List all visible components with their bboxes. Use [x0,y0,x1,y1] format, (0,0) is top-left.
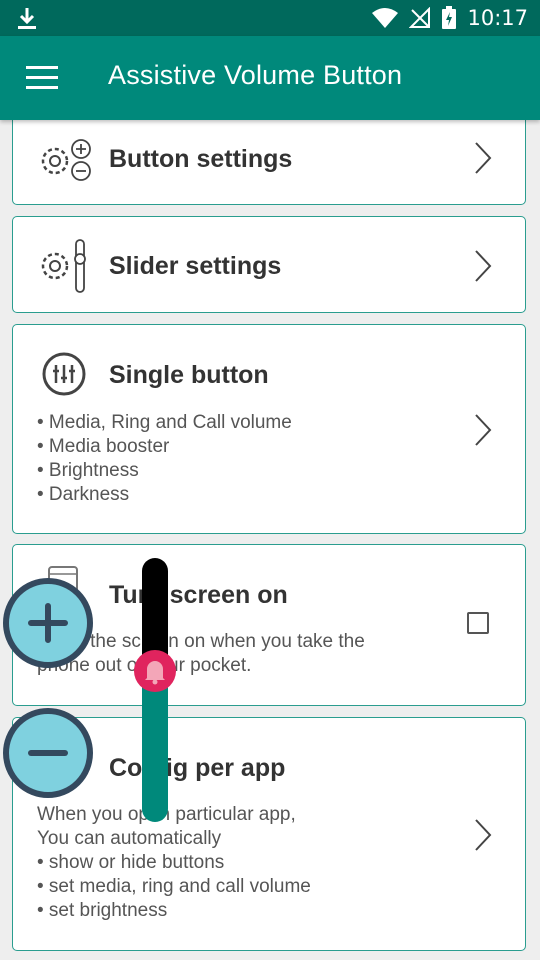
volume-slider-fill[interactable] [142,670,168,822]
volume-slider-thumb[interactable] [134,650,176,692]
status-bar: 10:17 [0,0,540,36]
equalizer-circle-icon [42,352,86,396]
minus-icon [28,750,68,756]
config-per-app-title: Config per app [109,754,286,782]
battery-charging-icon [442,6,457,29]
hamburger-menu-icon[interactable] [26,66,58,90]
single-button-title: Single button [109,361,269,389]
gear-plus-minus-icon [41,139,91,181]
config-per-app-description: When you open particular app, You can au… [37,803,311,923]
download-icon [18,8,36,29]
clock: 10:17 [467,6,528,30]
slider-settings-card[interactable]: Slider settings [12,216,526,313]
gear-slider-icon [41,239,86,293]
button-settings-title: Button settings [109,145,293,173]
description-line: • set media, ring and call volume [37,876,311,897]
feature-item: • Media booster [37,436,170,457]
description-line: When you open particular app, [37,804,296,825]
feature-item: • Darkness [37,484,130,505]
feature-item: • Media, Ring and Call volume [37,412,292,433]
description-line: • show or hide buttons [37,852,225,873]
wifi-icon [372,8,399,28]
chevron-right-icon [475,819,492,851]
volume-down-floating-button[interactable] [3,708,93,798]
turn-screen-on-title: Turn screen on [109,581,288,609]
chevron-right-icon [475,250,492,282]
description-line: • set brightness [37,900,168,921]
slider-settings-title: Slider settings [109,252,282,280]
single-button-card[interactable]: Single button • Media, Ring and Call vol… [12,324,526,534]
chevron-right-icon [475,142,492,174]
volume-up-floating-button[interactable] [3,578,93,668]
turn-screen-on-checkbox[interactable] [467,612,489,634]
feature-item: • Brightness [37,460,139,481]
description-line: You can automatically [37,828,222,849]
app-bar: Assistive Volume Button [0,36,540,120]
app-title: Assistive Volume Button [108,60,403,90]
button-settings-card[interactable]: Button settings [12,110,526,205]
plus-icon [28,603,68,643]
no-signal-icon [409,7,431,28]
bell-icon [145,661,165,685]
single-button-features: • Media, Ring and Call volume • Media bo… [37,411,292,507]
chevron-right-icon [475,414,492,446]
